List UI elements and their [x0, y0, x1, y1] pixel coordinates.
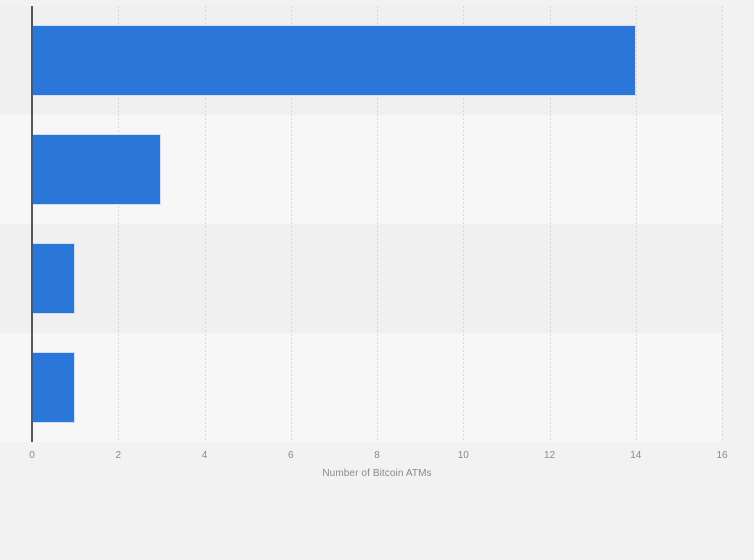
x-tick-label: 14 — [630, 450, 642, 461]
bar[interactable] — [32, 242, 76, 315]
x-tick-label: 2 — [115, 450, 122, 461]
plot-area — [0, 6, 723, 442]
bar[interactable] — [32, 351, 76, 424]
x-tick-label: 10 — [457, 450, 469, 461]
x-axis-title: Number of Bitcoin ATMs — [322, 468, 432, 479]
x-tick-label: 8 — [374, 450, 380, 461]
gridline-x-16 — [722, 6, 723, 442]
chart-figure: 0 2 4 6 8 10 12 14 16 Number of Bitcoin ATMs — [0, 0, 754, 560]
y-axis-line — [31, 6, 33, 442]
x-axis-tick-labels: 0 2 4 6 8 10 12 14 16 — [29, 449, 727, 465]
x-tick-label: 6 — [287, 450, 294, 461]
x-tick-label: 0 — [29, 450, 35, 461]
x-tick-label: 16 — [716, 450, 728, 461]
gridline-x-14 — [635, 6, 637, 442]
bar[interactable] — [32, 133, 162, 206]
row-band — [0, 333, 722, 442]
x-tick-label: 12 — [543, 450, 556, 461]
x-tick-label: 4 — [201, 450, 208, 461]
bar[interactable] — [32, 24, 636, 97]
row-band — [0, 224, 722, 333]
